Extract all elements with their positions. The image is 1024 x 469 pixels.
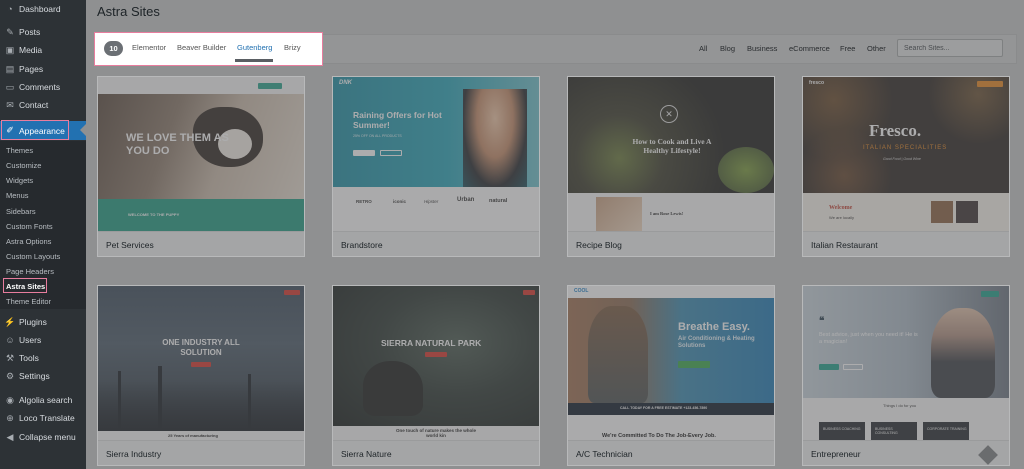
- hero-text: SIERRA NATURAL PARK: [381, 338, 482, 348]
- submenu-page-headers[interactable]: Page Headers: [0, 263, 86, 279]
- pages-icon: ▤: [5, 63, 15, 74]
- category-free[interactable]: Free: [840, 44, 855, 53]
- submenu-custom-fonts[interactable]: Custom Fonts: [0, 218, 86, 234]
- quote-icon: ❝: [819, 316, 825, 327]
- settings-icon: ⚙: [5, 370, 15, 381]
- site-preview: fresco Fresco. ITALIAN SPECIALITIES Good…: [803, 77, 1009, 231]
- site-name: Italian Restaurant: [811, 240, 878, 250]
- site-card-ac-technician[interactable]: COOL Breathe Easy. Air Conditioning & He…: [567, 285, 775, 466]
- media-icon: ▣: [5, 44, 15, 55]
- submenu-astra-options[interactable]: Astra Options: [0, 233, 86, 249]
- sidebar-item-dashboard[interactable]: ◔ Dashboard: [0, 0, 86, 18]
- pin-icon: ✎: [6, 26, 14, 37]
- site-name: Brandstore: [341, 240, 383, 250]
- site-count-badge: 10: [104, 41, 123, 56]
- sidebar-item-algolia-search[interactable]: ◉ Algolia search: [0, 391, 86, 409]
- sidebar-item-pages[interactable]: ▤ Pages: [0, 60, 86, 78]
- site-preview: ✕ How to Cook and Live A Healthy Lifesty…: [568, 77, 774, 231]
- admin-sidebar: ◔ Dashboard ✎ Posts ▣ Media ▤ Pages ▭ Comment…: [0, 0, 86, 469]
- site-preview: ONE INDUSTRY ALL SOLUTION 25 Years of ma…: [98, 286, 304, 440]
- sidebar-item-settings[interactable]: ⚙ Settings: [0, 367, 86, 385]
- submenu-widgets[interactable]: Widgets: [0, 172, 86, 188]
- hero-text: Best advice, just when you need it! He i…: [819, 332, 918, 345]
- submenu-astra-sites[interactable]: Astra Sites: [0, 278, 86, 294]
- tab-gutenberg[interactable]: Gutenberg: [237, 43, 272, 52]
- site-name: A/C Technician: [576, 449, 633, 459]
- hero-text: Raining Offers for Hot Summer!: [353, 110, 442, 131]
- site-card-sierra-industry[interactable]: ONE INDUSTRY ALL SOLUTION 25 Years of ma…: [97, 285, 305, 466]
- submenu-sidebars[interactable]: Sidebars: [0, 203, 86, 219]
- site-card-sierra-nature[interactable]: SIERRA NATURAL PARK One touch of nature …: [332, 285, 540, 466]
- page-builder-tabs: 10 Elementor Beaver Builder Gutenberg Br…: [94, 32, 323, 66]
- hero-text: Breathe Easy.: [678, 321, 750, 333]
- site-name: Pet Services: [106, 240, 154, 250]
- site-name: Entrepreneur: [811, 449, 861, 459]
- sidebar-item-posts[interactable]: ✎ Posts: [0, 23, 86, 41]
- sidebar-item-contact[interactable]: ✉ Contact: [0, 96, 86, 114]
- sidebar-item-users[interactable]: ☺ Users: [0, 331, 86, 349]
- site-card-pet-services[interactable]: WE LOVE THEM AS YOU DO WELCOME TO THE PU…: [97, 76, 305, 257]
- site-name: Recipe Blog: [576, 240, 622, 250]
- sidebar-item-collapse-menu[interactable]: ◀ Collapse menu: [0, 428, 86, 446]
- active-tab-indicator: [235, 59, 273, 62]
- collapse-icon: ◀: [6, 431, 14, 442]
- plug-icon: ⚡: [4, 316, 16, 327]
- site-preview: SIERRA NATURAL PARK One touch of nature …: [333, 286, 539, 440]
- tab-elementor[interactable]: Elementor: [132, 43, 166, 52]
- hero-text: Fresco.: [869, 121, 922, 140]
- submenu-custom-layouts[interactable]: Custom Layouts: [0, 248, 86, 264]
- category-blog[interactable]: Blog: [720, 44, 735, 53]
- submenu-theme-editor[interactable]: Theme Editor: [0, 293, 86, 309]
- site-preview: WE LOVE THEM AS YOU DO WELCOME TO THE PU…: [98, 77, 304, 231]
- site-card-recipe-blog[interactable]: ✕ How to Cook and Live A Healthy Lifesty…: [567, 76, 775, 257]
- wrench-icon: ⚒: [5, 352, 15, 363]
- mail-icon: ✉: [6, 99, 14, 110]
- brush-icon: ✐: [6, 125, 14, 135]
- utensils-icon: ✕: [660, 105, 678, 123]
- category-other[interactable]: Other: [867, 44, 886, 53]
- site-card-entrepreneur[interactable]: ❝ Best advice, just when you need it! He…: [802, 285, 1010, 466]
- hero-text: WE LOVE THEM AS YOU DO: [126, 132, 229, 158]
- sidebar-item-appearance[interactable]: ✐ Appearance: [0, 121, 86, 140]
- site-preview: COOL Breathe Easy. Air Conditioning & He…: [568, 286, 774, 440]
- site-name: Sierra Industry: [106, 449, 162, 459]
- sidebar-item-tools[interactable]: ⚒ Tools: [0, 349, 86, 367]
- site-preview: ❝ Best advice, just when you need it! He…: [803, 286, 1009, 440]
- submenu-customize[interactable]: Customize: [0, 157, 86, 173]
- site-card-italian-restaurant[interactable]: fresco Fresco. ITALIAN SPECIALITIES Good…: [802, 76, 1010, 257]
- category-ecommerce[interactable]: eCommerce: [789, 44, 830, 53]
- category-business[interactable]: Business: [747, 44, 777, 53]
- submenu-themes[interactable]: Themes: [0, 142, 86, 158]
- tab-brizy[interactable]: Brizy: [284, 43, 301, 52]
- category-all[interactable]: All: [699, 44, 707, 53]
- main-content: Astra Sites 10 Elementor Beaver Builder …: [86, 0, 1024, 469]
- tab-beaver-builder[interactable]: Beaver Builder: [177, 43, 226, 52]
- globe-icon: ⊕: [6, 412, 14, 423]
- dashboard-icon: ◔: [7, 4, 13, 14]
- sidebar-item-comments[interactable]: ▭ Comments: [0, 78, 86, 96]
- submenu-menus[interactable]: Menus: [0, 187, 86, 203]
- search-sites-input[interactable]: [897, 39, 1003, 57]
- comments-icon: ▭: [5, 81, 15, 92]
- users-icon: ☺: [5, 335, 15, 345]
- site-card-brandstore[interactable]: DNK Raining Offers for Hot Summer! 25% O…: [332, 76, 540, 257]
- site-preview: DNK Raining Offers for Hot Summer! 25% O…: [333, 77, 539, 231]
- hero-text: How to Cook and Live A Healthy Lifestyle…: [632, 137, 712, 155]
- sidebar-item-plugins[interactable]: ⚡ Plugins: [0, 313, 86, 331]
- hero-text: ONE INDUSTRY ALL SOLUTION: [162, 338, 240, 357]
- site-name: Sierra Nature: [341, 449, 392, 459]
- sidebar-item-media[interactable]: ▣ Media: [0, 41, 86, 59]
- sidebar-item-loco-translate[interactable]: ⊕ Loco Translate: [0, 409, 86, 427]
- page-title: Astra Sites: [97, 4, 160, 19]
- search-icon: ◉: [6, 394, 14, 405]
